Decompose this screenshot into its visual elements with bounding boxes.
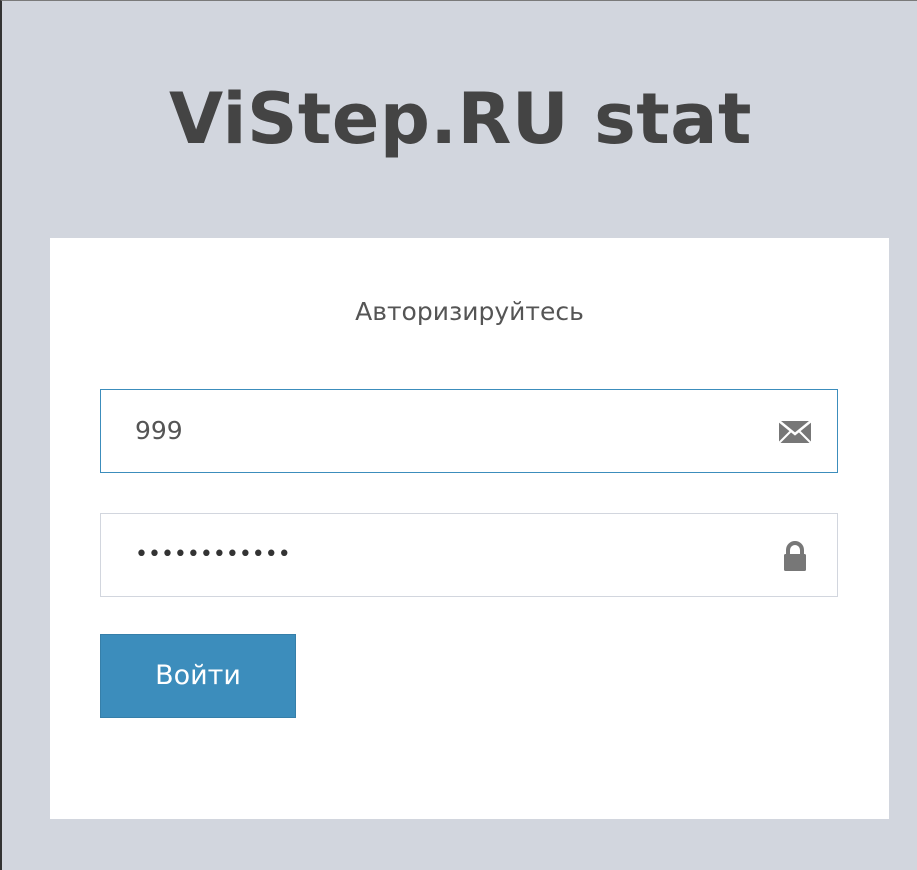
lock-icon (777, 541, 813, 571)
login-box: Авторизируйтесь 999 •••••••••••• Войти (50, 238, 889, 819)
password-field[interactable]: •••••••••••• (100, 513, 838, 597)
email-field[interactable]: 999 (100, 389, 838, 473)
login-box-message: Авторизируйтесь (355, 297, 584, 326)
app-logo[interactable]: ViStep.RU stat (2, 71, 917, 167)
login-page: ViStep.RU stat Авторизируйтесь 999 •••••… (0, 0, 917, 870)
login-button[interactable]: Войти (100, 634, 296, 718)
password-input-value[interactable]: •••••••••••• (135, 514, 291, 596)
email-input-value[interactable]: 999 (135, 390, 183, 472)
envelope-icon (777, 417, 813, 445)
